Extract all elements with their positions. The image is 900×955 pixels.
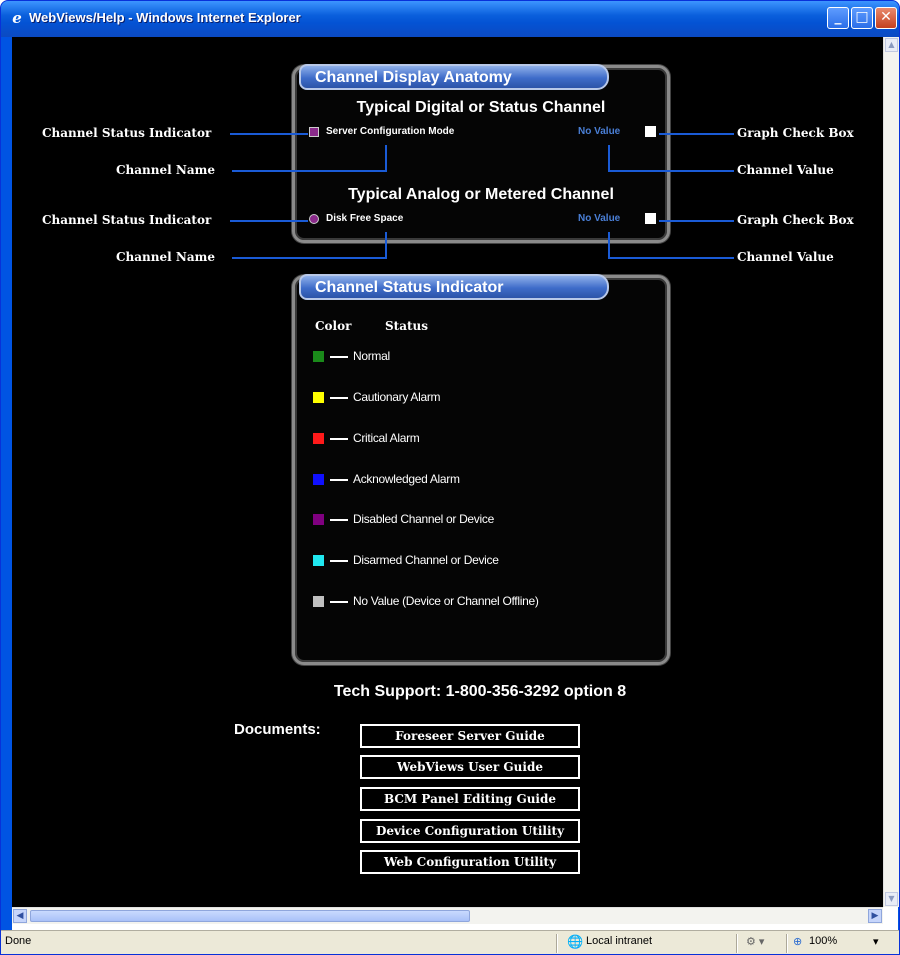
connector-line [230, 220, 308, 222]
zoom-icon: ⊕ [793, 936, 803, 948]
zoom-dropdown-chevron-down-icon[interactable]: ▾ [873, 935, 879, 948]
digital-channel-name[interactable]: Server Configuration Mode [326, 126, 454, 137]
label-channel-status-indicator-1: Channel Status Indicator [42, 126, 212, 140]
browser-window: e WebViews/Help - Windows Internet Explo… [0, 0, 900, 955]
status-indicator-panel: Color Status Normal Cautionary Alarm Cri… [292, 275, 670, 665]
legend-dash [330, 438, 348, 440]
connector-line [608, 170, 734, 172]
scroll-left-arrow-icon[interactable]: ◀ [13, 909, 27, 923]
status-divider [556, 934, 558, 953]
bcm-panel-editing-guide-button[interactable]: BCM Panel Editing Guide [360, 787, 580, 811]
device-configuration-utility-button[interactable]: Device Configuration Utility [360, 819, 580, 843]
digital-status-indicator[interactable] [309, 127, 319, 137]
color-column-header: Color [315, 319, 352, 333]
protected-mode-icon[interactable]: ⚙ ▾ [746, 935, 764, 948]
connector-line [608, 257, 734, 259]
legend-label: Disarmed Channel or Device [353, 553, 499, 567]
connector-line [385, 232, 387, 259]
status-column-header: Status [385, 319, 429, 333]
legend-swatch [313, 351, 324, 362]
legend-label: Disabled Channel or Device [353, 512, 494, 526]
close-button[interactable]: ✕ [875, 7, 897, 29]
minimize-button[interactable]: _ [827, 7, 849, 29]
status-divider [736, 934, 738, 953]
security-zone[interactable]: Local intranet [586, 935, 652, 947]
scroll-down-arrow-icon[interactable]: ▼ [885, 892, 898, 906]
label-channel-value-2: Channel Value [737, 250, 834, 264]
label-channel-status-indicator-2: Channel Status Indicator [42, 213, 212, 227]
viewport: Channel Display Anatomy Typical Digital … [12, 37, 899, 930]
connector-line [230, 133, 308, 135]
legend-swatch [313, 474, 324, 485]
analog-channel-heading: Typical Analog or Metered Channel [348, 186, 614, 203]
legend-swatch [313, 596, 324, 607]
legend-swatch [313, 392, 324, 403]
label-graph-check-box-1: Graph Check Box [737, 126, 854, 140]
analog-graph-checkbox[interactable] [645, 213, 656, 224]
legend-dash [330, 397, 348, 399]
connector-line [608, 145, 610, 172]
connector-line [659, 133, 734, 135]
legend-dash [330, 356, 348, 358]
legend-dash [330, 560, 348, 562]
documents-label: Documents: [234, 721, 321, 738]
web-configuration-utility-button[interactable]: Web Configuration Utility [360, 850, 580, 874]
legend-dash [330, 479, 348, 481]
scroll-up-arrow-icon[interactable]: ▲ [885, 38, 898, 52]
label-graph-check-box-2: Graph Check Box [737, 213, 854, 227]
zoom-level[interactable]: 100% [809, 935, 837, 947]
legend-dash [330, 601, 348, 603]
ie-logo-icon: e [12, 9, 22, 27]
legend-label: Cautionary Alarm [353, 390, 441, 404]
status-divider [786, 934, 788, 953]
anatomy-panel-title: Channel Display Anatomy [299, 64, 609, 90]
analog-status-indicator[interactable] [309, 214, 319, 224]
window-title: WebViews/Help - Windows Internet Explore… [29, 10, 301, 25]
status-text: Done [5, 935, 32, 947]
label-channel-name-1: Channel Name [116, 163, 215, 177]
digital-channel-heading: Typical Digital or Status Channel [356, 99, 606, 116]
legend-dash [330, 519, 348, 521]
maximize-button[interactable]: □ [851, 7, 873, 29]
page-content: Channel Display Anatomy Typical Digital … [12, 37, 883, 907]
status-bar: Done 🌐 Local intranet ⚙ ▾ ⊕ 100% ▾ [1, 930, 899, 954]
analog-channel-name[interactable]: Disk Free Space [326, 213, 403, 224]
webviews-user-guide-button[interactable]: WebViews User Guide [360, 755, 580, 779]
connector-line [232, 257, 387, 259]
connector-line [385, 145, 387, 172]
title-bar: e WebViews/Help - Windows Internet Explo… [1, 1, 899, 37]
connector-line [232, 170, 387, 172]
connector-line [659, 220, 734, 222]
tech-support-text: Tech Support: 1-800-356-3292 option 8 [333, 683, 627, 700]
legend-swatch [313, 433, 324, 444]
digital-channel-value: No Value [578, 126, 621, 137]
horizontal-scroll-thumb[interactable] [30, 910, 470, 922]
horizontal-scrollbar[interactable]: ◀ ▶ [12, 907, 883, 924]
legend-label: Acknowledged Alarm [353, 472, 460, 486]
foreseer-server-guide-button[interactable]: Foreseer Server Guide [360, 724, 580, 748]
intranet-zone-icon: 🌐 [567, 934, 584, 949]
digital-graph-checkbox[interactable] [645, 126, 656, 137]
legend-swatch [313, 555, 324, 566]
label-channel-name-2: Channel Name [116, 250, 215, 264]
legend-label: Critical Alarm [353, 431, 420, 445]
legend-label: No Value (Device or Channel Offline) [353, 594, 539, 608]
analog-channel-value: No Value [578, 213, 621, 224]
label-channel-value-1: Channel Value [737, 163, 834, 177]
status-panel-title: Channel Status Indicator [299, 274, 609, 300]
legend-swatch [313, 514, 324, 525]
scroll-right-arrow-icon[interactable]: ▶ [868, 909, 882, 923]
connector-line [608, 232, 610, 259]
vertical-scrollbar[interactable]: ▲ ▼ [883, 37, 899, 907]
legend-label: Normal [353, 349, 390, 363]
